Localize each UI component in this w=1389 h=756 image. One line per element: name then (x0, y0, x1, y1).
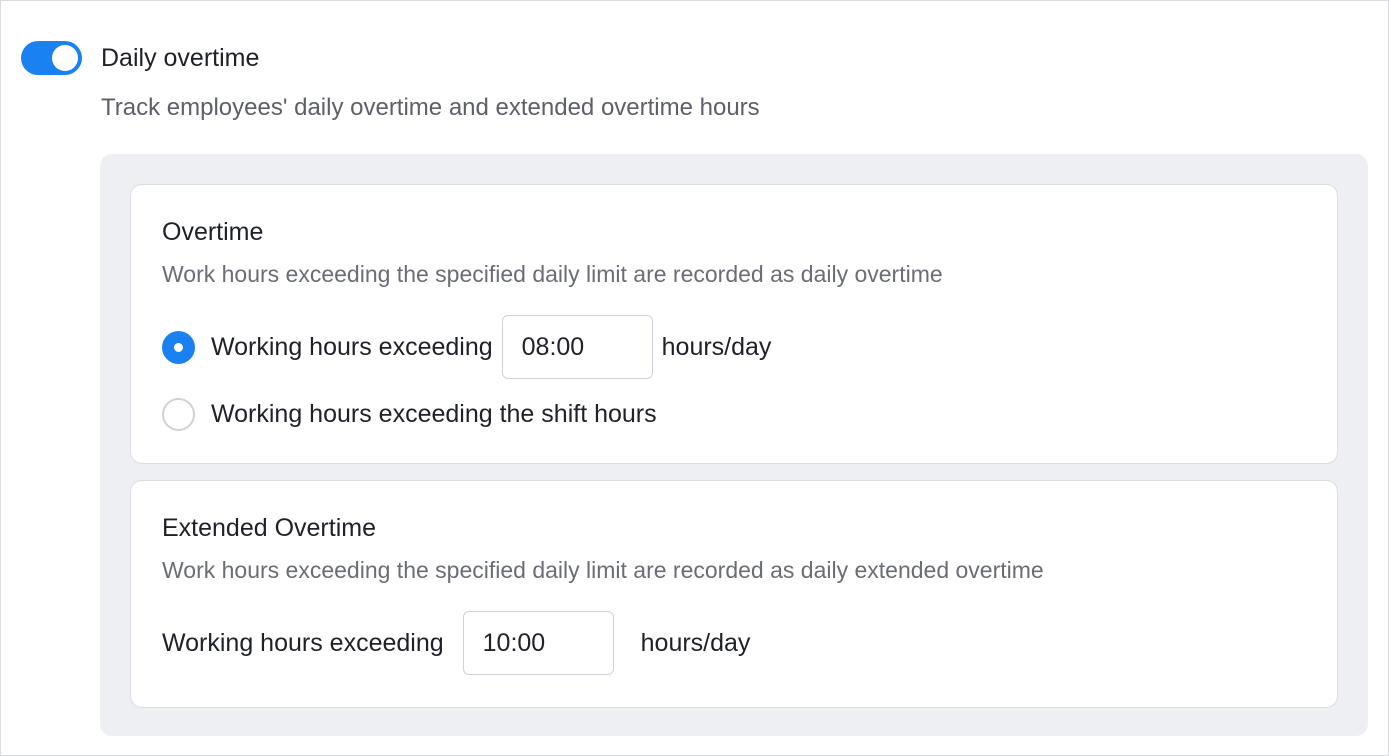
section-title: Daily overtime (101, 43, 260, 72)
overtime-card: Overtime Work hours exceeding the specif… (130, 184, 1338, 464)
overtime-description: Work hours exceeding the specified daily… (162, 261, 943, 287)
radio-shift-hours[interactable] (162, 398, 195, 431)
extended-overtime-row: Working hours exceeding hours/day (162, 611, 750, 675)
radio-fixed-hours[interactable] (162, 330, 195, 364)
option-fixed-label: Working hours exceeding (211, 332, 493, 361)
extended-overtime-card: Extended Overtime Work hours exceeding t… (130, 480, 1338, 708)
section-description: Track employees' daily overtime and exte… (101, 94, 760, 121)
toggle-knob (52, 45, 78, 71)
daily-overtime-toggle[interactable] (21, 41, 82, 75)
overtime-option-fixed: Working hours exceeding hours/day (162, 315, 771, 379)
overtime-settings-panel: Overtime Work hours exceeding the specif… (100, 154, 1368, 736)
settings-frame: Daily overtime Track employees' daily ov… (0, 0, 1389, 756)
extended-overtime-description: Work hours exceeding the specified daily… (162, 557, 1044, 583)
overtime-hours-unit: hours/day (661, 332, 772, 361)
extended-hours-label: Working hours exceeding (162, 628, 444, 657)
overtime-hours-input[interactable] (501, 315, 653, 379)
extended-hours-input[interactable] (462, 611, 614, 675)
extended-hours-unit: hours/day (640, 628, 751, 657)
overtime-option-shift: Working hours exceeding the shift hours (162, 398, 657, 431)
extended-overtime-title: Extended Overtime (162, 514, 376, 542)
option-shift-label: Working hours exceeding the shift hours (211, 400, 657, 428)
daily-overtime-header: Daily overtime (21, 41, 259, 75)
overtime-title: Overtime (162, 218, 264, 246)
